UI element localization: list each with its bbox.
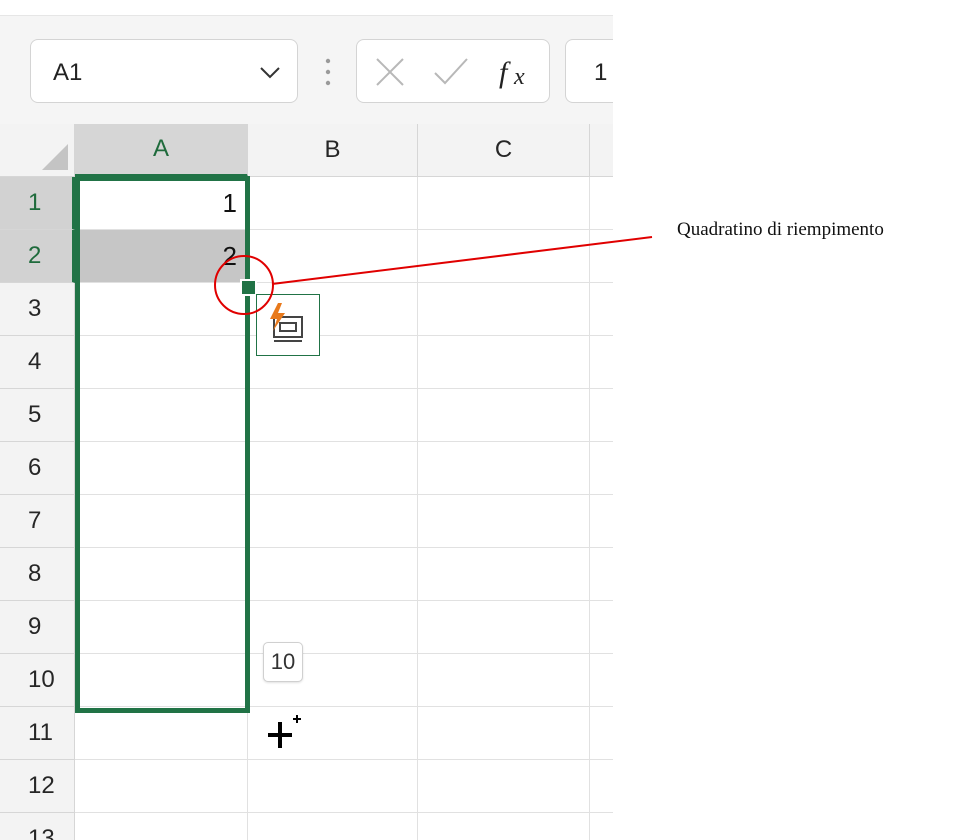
excel-window: A1 f x 1 A B C 1 2 3 4 5 6 7 8 9 10 11 1… xyxy=(0,0,613,840)
worksheet-grid: A B C 1 2 3 4 5 6 7 8 9 10 11 12 13 1 2 xyxy=(0,124,613,840)
cell-d6[interactable] xyxy=(590,442,613,495)
cell-c9[interactable] xyxy=(418,601,590,654)
cell-c13[interactable] xyxy=(418,813,590,840)
formula-buttons: f x xyxy=(356,39,550,103)
cell-b5[interactable] xyxy=(248,389,418,442)
cell-b8[interactable] xyxy=(248,548,418,601)
cell-d5[interactable] xyxy=(590,389,613,442)
cell-c12[interactable] xyxy=(418,760,590,813)
cell-a13[interactable] xyxy=(75,813,248,840)
cell-d11[interactable] xyxy=(590,707,613,760)
cell-c5[interactable] xyxy=(418,389,590,442)
formula-input[interactable]: 1 xyxy=(565,39,613,103)
cell-d13[interactable] xyxy=(590,813,613,840)
cell-a12[interactable] xyxy=(75,760,248,813)
svg-text:f: f xyxy=(499,56,511,89)
row-header-6[interactable]: 6 xyxy=(0,442,75,495)
row-header-13[interactable]: 13 xyxy=(0,813,75,840)
cell-b2[interactable] xyxy=(248,230,418,283)
row-header-8[interactable]: 8 xyxy=(0,548,75,601)
cell-d2[interactable] xyxy=(590,230,613,283)
more-options-icon[interactable] xyxy=(322,55,334,89)
cell-c4[interactable] xyxy=(418,336,590,389)
cell-c10[interactable] xyxy=(418,654,590,707)
column-header-b[interactable]: B xyxy=(248,124,418,177)
row-header-9[interactable]: 9 xyxy=(0,601,75,654)
cell-c7[interactable] xyxy=(418,495,590,548)
cell-d9[interactable] xyxy=(590,601,613,654)
autofill-options-button[interactable] xyxy=(256,294,320,356)
cell-d10[interactable] xyxy=(590,654,613,707)
row-header-5[interactable]: 5 xyxy=(0,389,75,442)
cell-d1[interactable] xyxy=(590,177,613,230)
row-header-12[interactable]: 12 xyxy=(0,760,75,813)
cell-b13[interactable] xyxy=(248,813,418,840)
cell-c6[interactable] xyxy=(418,442,590,495)
cell-b6[interactable] xyxy=(248,442,418,495)
select-all-corner[interactable] xyxy=(0,124,75,177)
cell-d7[interactable] xyxy=(590,495,613,548)
ribbon-edge xyxy=(0,0,613,16)
svg-text:x: x xyxy=(513,64,525,90)
formula-input-value: 1 xyxy=(594,59,608,86)
column-header-a[interactable]: A xyxy=(75,124,248,177)
row-header-4[interactable]: 4 xyxy=(0,336,75,389)
chevron-down-icon[interactable] xyxy=(257,60,283,84)
cell-d12[interactable] xyxy=(590,760,613,813)
cell-c11[interactable] xyxy=(418,707,590,760)
row-header-3[interactable]: 3 xyxy=(0,283,75,336)
cell-b12[interactable] xyxy=(248,760,418,813)
cell-c1[interactable] xyxy=(418,177,590,230)
select-all-triangle-icon xyxy=(42,144,68,170)
fill-series-tooltip: 10 xyxy=(263,642,303,682)
name-box[interactable]: A1 xyxy=(30,39,298,103)
row-header-11[interactable]: 11 xyxy=(0,707,75,760)
cell-d3[interactable] xyxy=(590,283,613,336)
cell-d8[interactable] xyxy=(590,548,613,601)
fill-crosshair-icon xyxy=(268,715,301,748)
cell-b7[interactable] xyxy=(248,495,418,548)
row-header-10[interactable]: 10 xyxy=(0,654,75,707)
name-box-value: A1 xyxy=(53,59,83,86)
row-header-7[interactable]: 7 xyxy=(0,495,75,548)
cell-b1[interactable] xyxy=(248,177,418,230)
column-header-c[interactable]: C xyxy=(418,124,590,177)
cell-c8[interactable] xyxy=(418,548,590,601)
row-header-2[interactable]: 2 xyxy=(0,230,75,283)
row-header-1[interactable]: 1 xyxy=(0,177,75,230)
close-icon[interactable] xyxy=(373,55,407,89)
autofill-options-icon xyxy=(270,303,303,342)
cell-c3[interactable] xyxy=(418,283,590,336)
annotation-label: Quadratino di riempimento xyxy=(677,219,884,240)
function-fx-icon[interactable]: f x xyxy=(497,52,541,92)
fill-handle[interactable] xyxy=(240,279,257,296)
cell-c2[interactable] xyxy=(418,230,590,283)
column-header-d[interactable] xyxy=(590,124,613,177)
cell-d4[interactable] xyxy=(590,336,613,389)
cell-a11[interactable] xyxy=(75,707,248,760)
checkmark-icon[interactable] xyxy=(433,55,469,89)
fill-selection-border xyxy=(75,176,250,713)
